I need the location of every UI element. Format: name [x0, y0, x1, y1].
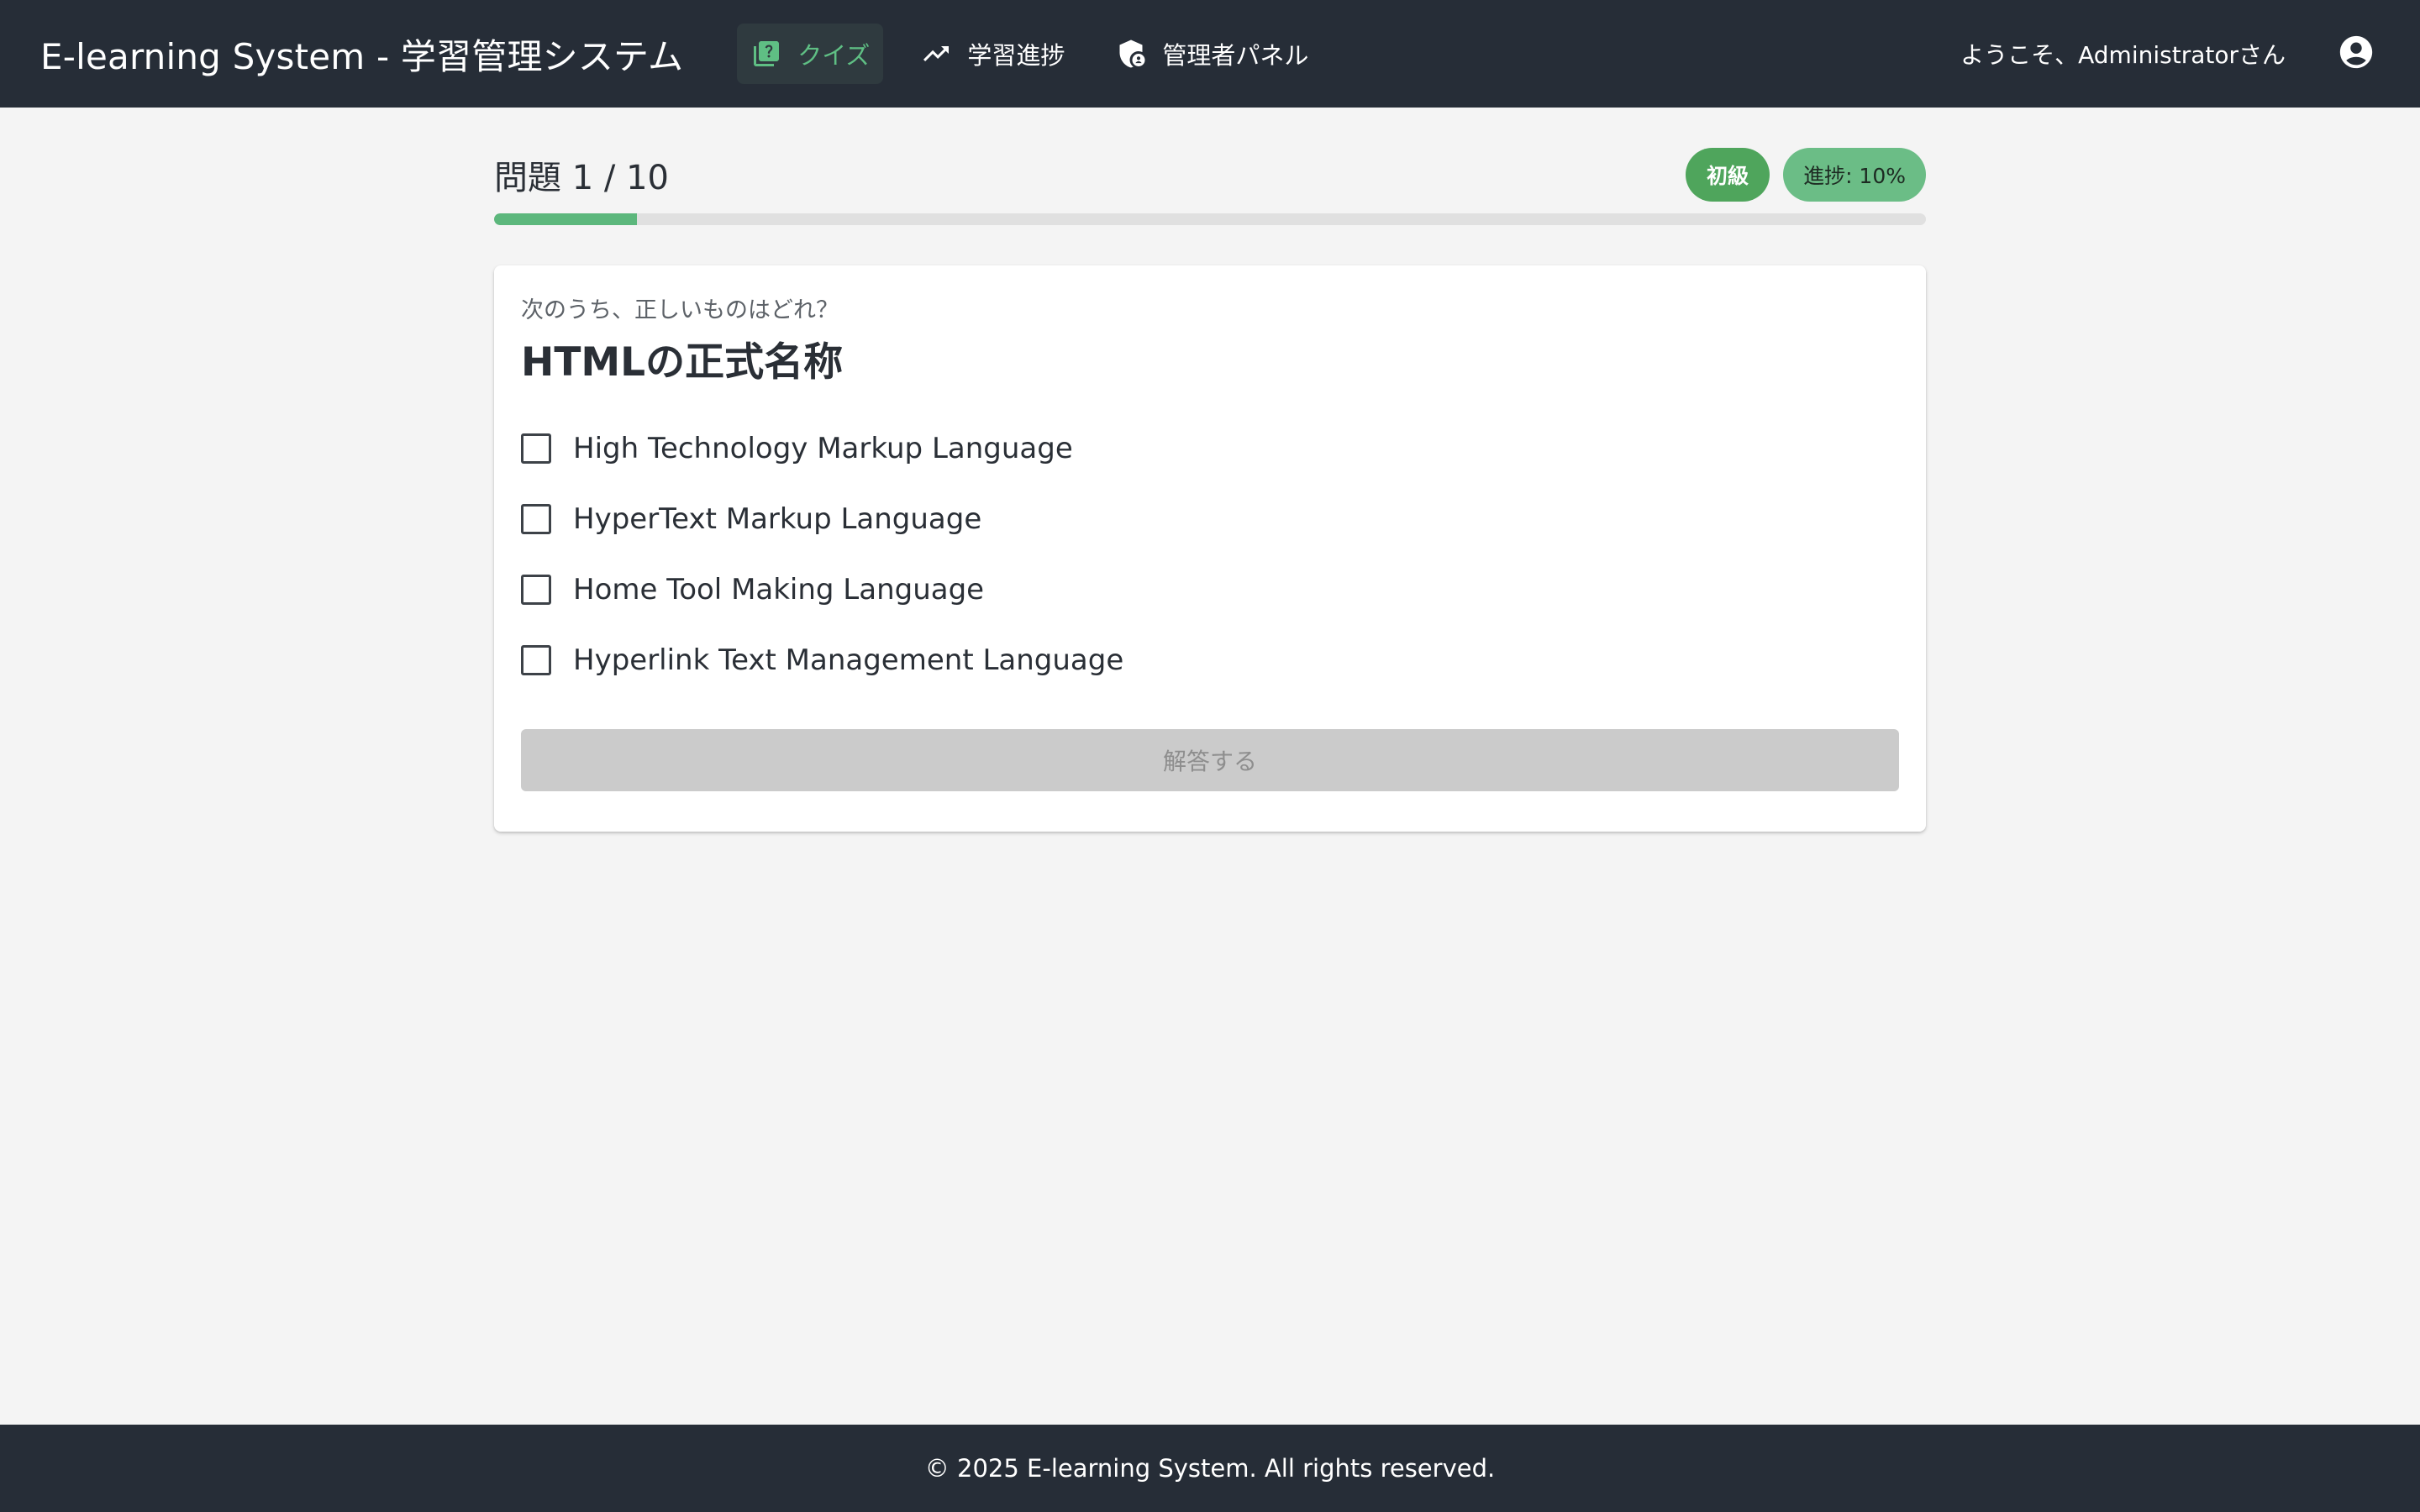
- main-nav: クイズ 学習進捗 管理者パネル: [737, 0, 1322, 108]
- nav-item-admin[interactable]: 管理者パネル: [1102, 24, 1322, 84]
- question-instruction: 次のうち、正しいものはどれ？: [521, 297, 839, 323]
- nav-item-quiz[interactable]: クイズ: [737, 24, 884, 84]
- progress-bar: [494, 213, 1926, 225]
- answer-checkbox[interactable]: [521, 575, 551, 605]
- progress-bar-fill: [494, 213, 638, 225]
- nav-label-admin: 管理者パネル: [1162, 41, 1309, 70]
- account-circle-icon: [2337, 33, 2375, 75]
- answer-option-label: HyperText Markup Language: [573, 502, 982, 536]
- app-header: E-learning System - 学習管理システム クイズ 学習進捗 管理…: [0, 0, 2420, 108]
- quiz-main: 問題 1 / 10 初級 進捗: 10% 次のうち、正しいものはどれ？ HTML…: [494, 108, 1926, 832]
- footer-copyright: © 2025 E-learning System. All rights res…: [924, 1454, 1496, 1483]
- badge-group: 初級 進捗: 10%: [1686, 148, 1926, 202]
- nav-label-quiz: クイズ: [797, 41, 871, 70]
- account-button[interactable]: [2333, 30, 2380, 77]
- answer-option-label: High Technology Markup Language: [573, 432, 1073, 465]
- header-right: ようこそ、Administratorさん: [1960, 30, 2380, 77]
- answer-checkbox[interactable]: [521, 433, 551, 464]
- quiz-icon: [750, 38, 782, 70]
- answer-option-label: Home Tool Making Language: [573, 573, 985, 606]
- answer-options: High Technology Markup Language HyperTex…: [521, 413, 1899, 696]
- question-card: 次のうち、正しいものはどれ？ HTMLの正式名称 High Technology…: [494, 265, 1926, 832]
- app-title: E-learning System - 学習管理システム: [40, 35, 684, 77]
- answer-checkbox[interactable]: [521, 645, 551, 675]
- answer-option[interactable]: High Technology Markup Language: [521, 413, 1899, 484]
- admin-shield-icon: [1115, 38, 1147, 70]
- submit-answer-button[interactable]: 解答する: [521, 729, 1899, 791]
- progress-badge: 進捗: 10%: [1783, 148, 1926, 202]
- welcome-text: ようこそ、Administratorさん: [1960, 41, 2286, 69]
- trending-up-icon: [920, 38, 952, 70]
- nav-label-progress: 学習進捗: [967, 41, 1065, 70]
- level-badge: 初級: [1686, 148, 1770, 202]
- answer-option[interactable]: Hyperlink Text Management Language: [521, 625, 1899, 696]
- question-header: 問題 1 / 10 初級 進捗: 10%: [494, 108, 1926, 202]
- question-text: HTMLの正式名称: [521, 339, 844, 386]
- answer-option[interactable]: HyperText Markup Language: [521, 484, 1899, 554]
- answer-option[interactable]: Home Tool Making Language: [521, 554, 1899, 625]
- answer-option-label: Hyperlink Text Management Language: [573, 643, 1124, 677]
- question-number: 問題 1 / 10: [494, 159, 669, 197]
- answer-checkbox[interactable]: [521, 504, 551, 534]
- app-footer: © 2025 E-learning System. All rights res…: [0, 1425, 2420, 1512]
- nav-item-progress[interactable]: 学習進捗: [907, 24, 1078, 84]
